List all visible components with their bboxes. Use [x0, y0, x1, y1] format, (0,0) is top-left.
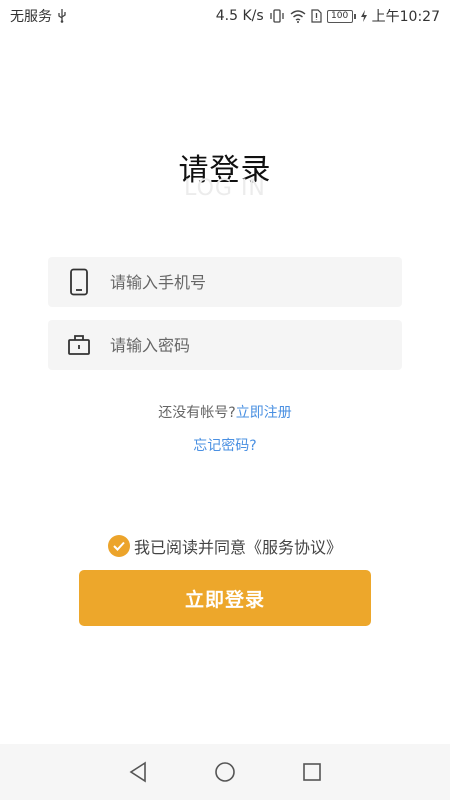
usb-icon	[57, 9, 67, 23]
battery-level: 100	[326, 9, 353, 23]
password-field[interactable]	[48, 320, 402, 370]
back-icon[interactable]	[118, 752, 158, 792]
password-input[interactable]	[110, 335, 380, 355]
vibrate-icon	[269, 9, 285, 23]
carrier-text: 无服务	[10, 9, 52, 25]
wifi-icon	[290, 9, 306, 23]
clock: 上午10:27	[371, 9, 440, 25]
status-bar: 无服务 4.5 K/s 100 上午10:27	[0, 0, 450, 32]
status-right: 4.5 K/s 100 上午10:27	[216, 6, 440, 26]
navigation-bar	[0, 744, 450, 800]
register-link[interactable]: 立即注册	[236, 405, 292, 421]
network-speed: 4.5 K/s	[215, 8, 264, 24]
agreement-text[interactable]: 我已阅读并同意《服务协议》	[134, 534, 342, 558]
status-left: 无服务	[10, 6, 67, 26]
recents-icon[interactable]	[292, 752, 332, 792]
phone-field[interactable]	[48, 257, 402, 307]
forgot-password-link[interactable]: 忘记密码?	[193, 438, 256, 454]
forgot-wrap: 忘记密码?	[0, 435, 450, 455]
check-icon	[113, 541, 125, 551]
login-button[interactable]: 立即登录	[79, 570, 371, 626]
sim-icon	[311, 9, 322, 23]
lock-icon	[48, 334, 110, 356]
phone-input[interactable]	[110, 272, 380, 292]
home-icon[interactable]	[205, 752, 245, 792]
page-subtitle: LOG IN	[184, 176, 266, 201]
agreement-row: 我已阅读并同意《服务协议》	[0, 534, 450, 558]
phone-icon	[48, 268, 110, 296]
agreement-checkbox[interactable]	[107, 535, 130, 557]
battery-icon: 100	[326, 9, 356, 23]
register-line: 还没有帐号?立即注册	[0, 402, 450, 422]
register-prompt: 还没有帐号?	[158, 405, 236, 421]
charging-icon	[360, 10, 367, 22]
